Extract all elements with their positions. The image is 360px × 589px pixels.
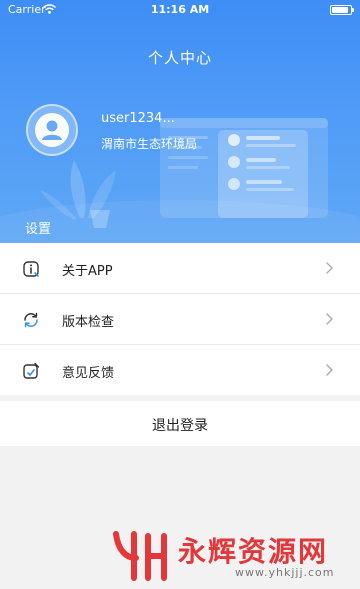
username: user1234...: [101, 111, 175, 126]
info-icon: [23, 261, 39, 277]
refresh-icon: [24, 312, 38, 328]
settings-menu: 关于APP 版本检查 意见反馈: [0, 243, 360, 395]
organization-name: 渭南市生态环境局: [101, 137, 198, 151]
battery-icon: [330, 5, 354, 15]
feedback-icon: [23, 362, 40, 379]
watermark-brand: 永辉资源网: [178, 535, 329, 568]
section-title-settings: 设置: [25, 222, 52, 237]
avatar[interactable]: [26, 104, 78, 156]
menu-item-about[interactable]: 关于APP: [0, 243, 360, 294]
menu-item-feedback[interactable]: 意见反馈: [0, 345, 360, 395]
chevron-right-icon: [326, 262, 333, 274]
clock: 11:16 AM: [150, 3, 210, 16]
menu-item-version-check[interactable]: 版本检查: [0, 294, 360, 345]
watermark-logo: [113, 531, 167, 581]
menu-item-label: 意见反馈: [62, 366, 115, 381]
watermark-url: www.yhkjjj.com: [235, 566, 335, 579]
logout-label: 退出登录: [152, 418, 208, 434]
chevron-right-icon: [326, 313, 333, 325]
status-bar: Carrier 11:16 AM: [0, 0, 360, 20]
page-title: 个人中心: [147, 49, 212, 67]
menu-item-label: 关于APP: [62, 264, 113, 279]
logout-button[interactable]: 退出登录: [0, 401, 360, 446]
user-icon: [35, 113, 69, 147]
chevron-right-icon: [326, 364, 333, 376]
watermark: 永辉资源网 www.yhkjjj.com: [110, 528, 350, 584]
profile-header: Carrier 11:16 AM 个人中心 user1234... 渭南市生态环…: [0, 0, 360, 243]
menu-item-label: 版本检查: [62, 315, 115, 330]
